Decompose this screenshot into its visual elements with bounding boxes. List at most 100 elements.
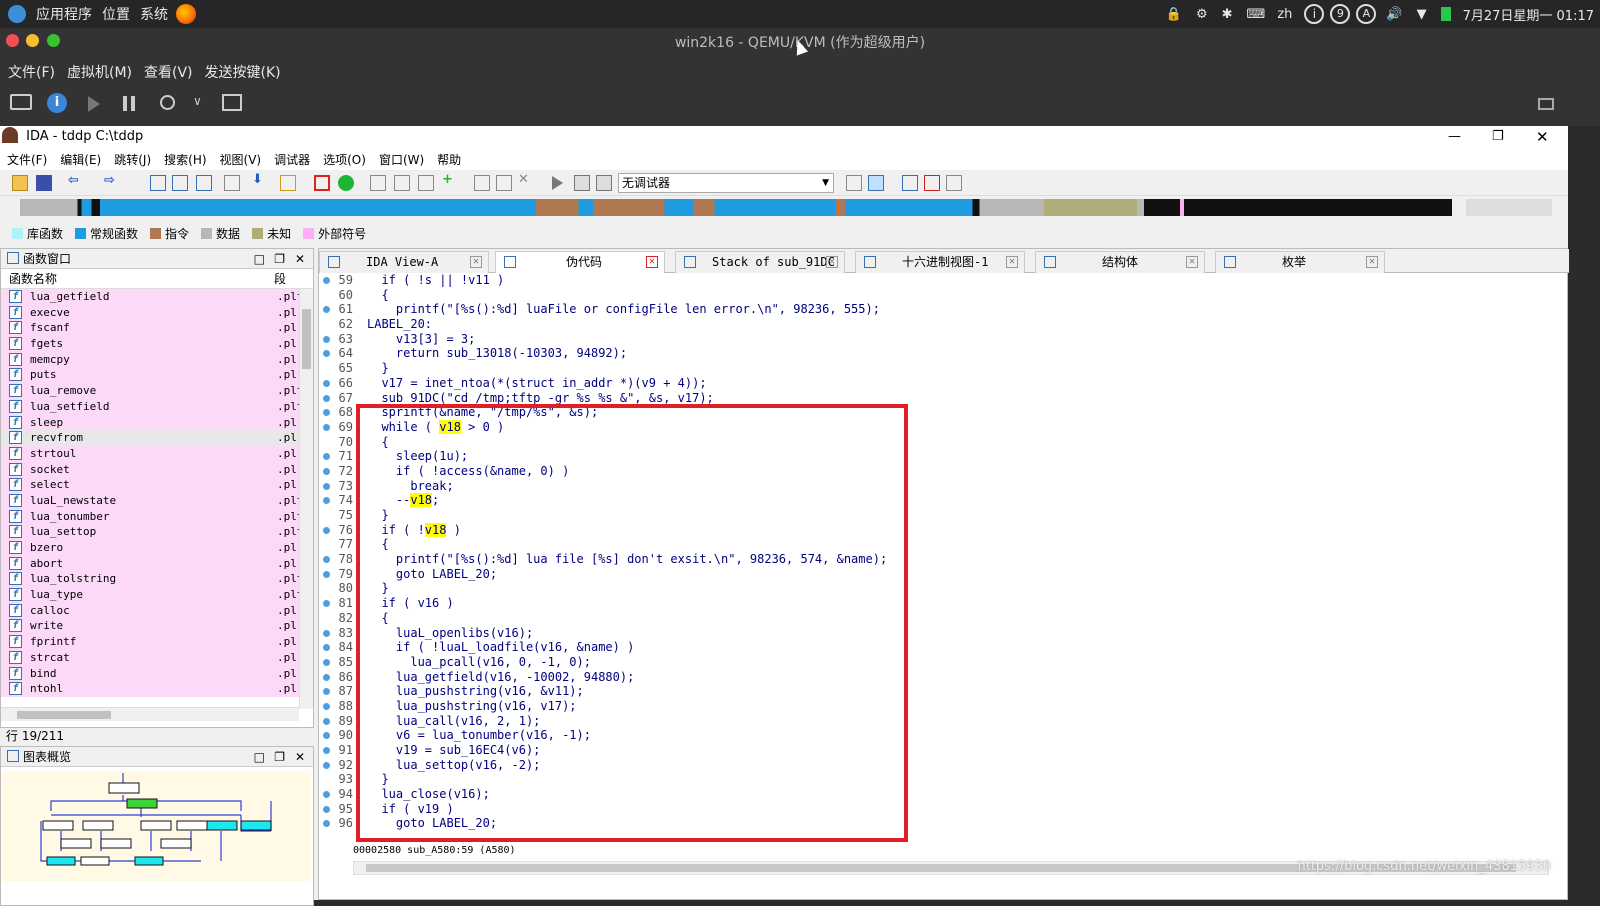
breakpoint-dot-icon[interactable]	[323, 702, 330, 710]
function-row[interactable]: f lua_settop .plt	[1, 524, 299, 540]
graph-overview-canvas[interactable]	[1, 771, 311, 881]
minimize-window-button[interactable]	[26, 34, 39, 47]
fullscreen-icon[interactable]	[1538, 98, 1554, 110]
lock-icon[interactable]: 🔒	[1166, 7, 1182, 22]
ida-restore-button[interactable]: ❐	[1492, 126, 1504, 148]
panel-float-button[interactable]: ❐	[274, 249, 285, 269]
menu-places[interactable]: 位置	[102, 4, 130, 24]
function-row[interactable]: f lua_tonumber .plt	[1, 508, 299, 525]
panel-maximize-button[interactable]: □	[254, 249, 265, 269]
breakpoint-dot-icon[interactable]	[323, 394, 330, 402]
breakpoint-dot-icon[interactable]	[323, 820, 330, 828]
power-icon[interactable]	[160, 95, 175, 110]
panel-float-button[interactable]: ❐	[274, 747, 285, 767]
ida-menu-edit[interactable]: 编辑(E)	[60, 151, 101, 168]
ida-menu-file[interactable]: 文件(F)	[7, 151, 47, 168]
tab-pseudocode[interactable]: 伪代码 ✕	[495, 251, 665, 273]
panel-maximize-button[interactable]: □	[254, 747, 265, 767]
breakpoint-dot-icon[interactable]	[323, 556, 330, 564]
function-row[interactable]: f luaL_newstate .plt	[1, 492, 299, 509]
breakpoint-dot-icon[interactable]	[323, 526, 330, 534]
function-row[interactable]: f lua_tolstring .plt	[1, 571, 299, 588]
graph-icon[interactable]	[314, 175, 330, 191]
breakpoint-dot-icon[interactable]	[323, 761, 330, 769]
function-row[interactable]: f fprintf .pl	[1, 634, 299, 650]
function-row[interactable]: f ntohl .pl	[1, 681, 299, 697]
start-debug-icon[interactable]	[552, 176, 563, 190]
tools-icon[interactable]	[946, 175, 962, 191]
function-row[interactable]: f execve .pl	[1, 304, 299, 321]
breakpoint-dot-icon[interactable]	[323, 350, 330, 358]
code-icon[interactable]	[370, 175, 386, 191]
function-row[interactable]: f select .pl	[1, 477, 299, 493]
breakpoint-dot-icon[interactable]	[323, 467, 330, 475]
vm-menu-view[interactable]: 查看(V)	[144, 62, 193, 82]
distro-logo-icon[interactable]	[8, 5, 26, 23]
breakpoint-dot-icon[interactable]	[323, 688, 330, 696]
input-method-label[interactable]: zh	[1277, 7, 1292, 22]
breakpoint-dot-icon[interactable]	[323, 335, 330, 343]
breakpoint-dot-icon[interactable]	[323, 453, 330, 461]
trace-icon[interactable]	[924, 175, 940, 191]
breakpoint-dot-icon[interactable]	[323, 600, 330, 608]
maximize-window-button[interactable]	[47, 34, 60, 47]
function-row[interactable]: f recvfrom .pl	[1, 430, 299, 446]
wifi-icon[interactable]: ▼	[1417, 7, 1427, 22]
code-line[interactable]: 67 sub_91DC("cd /tmp;tftp -gr %s %s &", …	[319, 391, 1549, 406]
save-icon[interactable]	[36, 175, 52, 191]
clock[interactable]: 7月27日星期一 01:17	[1463, 5, 1594, 24]
breakpoint-dot-icon[interactable]	[323, 306, 330, 314]
search-imm-icon[interactable]	[196, 175, 212, 191]
gear-icon[interactable]: ⚙	[1196, 7, 1208, 22]
close-icon[interactable]: ✕	[1006, 256, 1018, 268]
debugger-select[interactable]: 无调试器 ▼	[618, 173, 834, 193]
menu-applications[interactable]: 应用程序	[36, 4, 92, 24]
tab-hex-view[interactable]: 十六进制视图-1 ✕	[855, 251, 1025, 273]
forward-arrow-icon[interactable]: ⇨	[104, 173, 120, 189]
breakpoint-dot-icon[interactable]	[323, 409, 330, 417]
undefine-icon[interactable]	[474, 175, 490, 191]
breakpoint-dot-icon[interactable]	[323, 658, 330, 666]
bluetooth-icon[interactable]: ✱	[1222, 7, 1233, 22]
close-icon[interactable]: ✕	[470, 256, 482, 268]
ida-menu-window[interactable]: 窗口(W)	[379, 151, 424, 168]
breakpoint-dot-icon[interactable]	[323, 629, 330, 637]
info-circle-icon[interactable]: i	[1304, 4, 1325, 24]
data-icon[interactable]	[394, 175, 410, 191]
monitor-icon[interactable]	[10, 94, 32, 110]
screens-icon[interactable]	[222, 94, 242, 111]
panel-close-button[interactable]: ✕	[295, 747, 305, 767]
column-name[interactable]: 函数名称	[9, 272, 57, 286]
open-file-icon[interactable]	[12, 175, 28, 191]
breakpoint-dot-icon[interactable]	[323, 277, 330, 284]
column-segment[interactable]: 段	[274, 269, 286, 289]
menu-system[interactable]: 系统	[140, 4, 168, 24]
function-row[interactable]: f strcat .pl	[1, 649, 299, 666]
tray-badge-9[interactable]: 9	[1330, 4, 1351, 24]
pause-icon[interactable]	[123, 96, 135, 111]
breakpoint-dot-icon[interactable]	[323, 732, 330, 740]
function-row[interactable]: f lua_type .plt	[1, 587, 299, 603]
stop-debug-icon[interactable]	[596, 175, 612, 191]
battery-icon[interactable]	[1440, 7, 1451, 21]
code-line[interactable]: 66 v17 = inet_ntoa(*(struct in_addr *)(v…	[319, 376, 1549, 391]
function-row[interactable]: f strtoul .pl	[1, 445, 299, 462]
ida-menu-search[interactable]: 搜索(H)	[164, 151, 206, 168]
breakpoint-dot-icon[interactable]	[323, 570, 330, 578]
function-row[interactable]: f socket .pl	[1, 461, 299, 478]
ida-menu-view[interactable]: 视图(V)	[220, 151, 262, 168]
breakpoint-dot-icon[interactable]	[323, 379, 330, 387]
breakpoint-dot-icon[interactable]	[323, 717, 330, 725]
search-text-icon[interactable]	[150, 175, 166, 191]
function-row[interactable]: f bind .pl	[1, 665, 299, 682]
function-row[interactable]: f abort .pl	[1, 555, 299, 572]
ida-menu-help[interactable]: 帮助	[437, 151, 461, 168]
close-window-button[interactable]	[6, 34, 19, 47]
tab-ida-view-a[interactable]: IDA View-A ✕	[319, 251, 489, 273]
sync-icon[interactable]	[868, 175, 884, 191]
function-row[interactable]: f calloc .pl	[1, 602, 299, 619]
tray-badge-a[interactable]: A	[1356, 4, 1377, 24]
run-green-icon[interactable]	[338, 175, 354, 191]
delete-icon[interactable]: ✕	[518, 172, 534, 188]
panel-close-button[interactable]: ✕	[295, 249, 305, 269]
